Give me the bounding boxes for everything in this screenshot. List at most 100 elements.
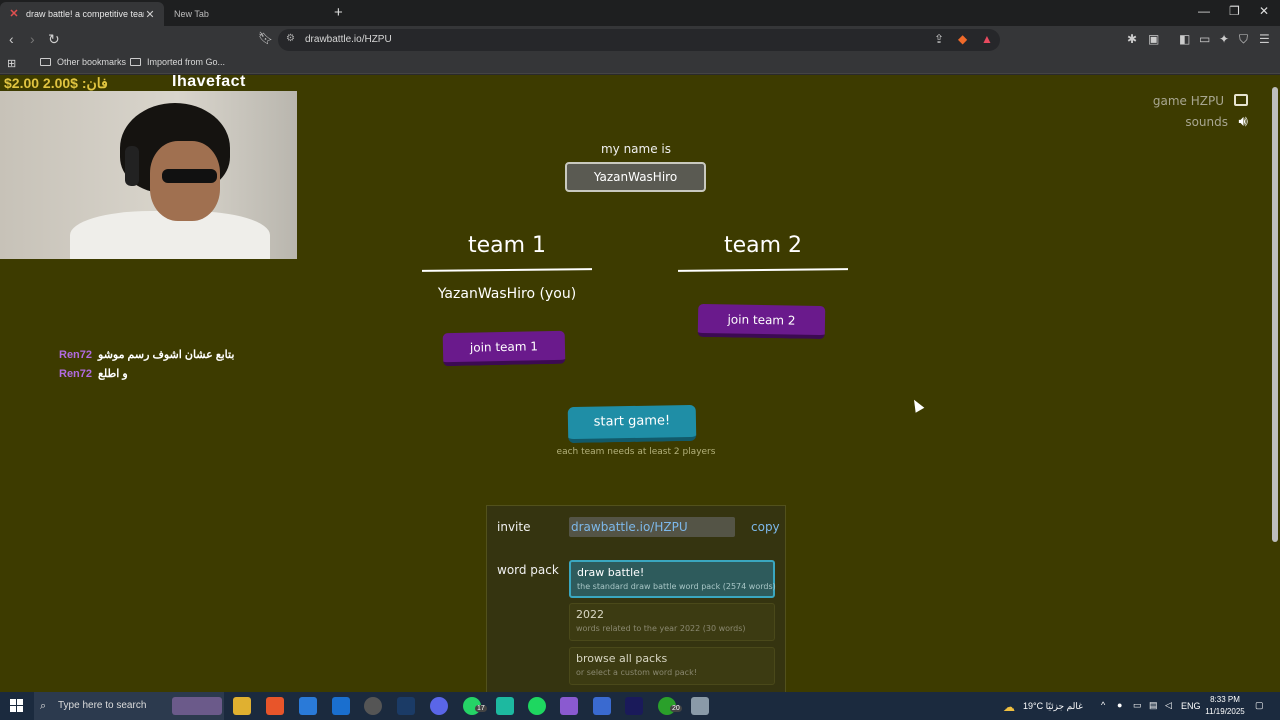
speaker-icon[interactable]: 🔊︎ (1239, 114, 1248, 129)
close-tab-icon[interactable]: ✕ (144, 8, 156, 21)
invite-link-field[interactable]: drawbattle.io/HZPU (569, 517, 735, 537)
drawbattle-favicon-icon: ✕ (9, 8, 19, 20)
wallet-icon[interactable]: ▭ (1199, 32, 1210, 46)
webcam-glasses (162, 169, 217, 183)
tab-title: draw battle! a competitive team (26, 9, 144, 19)
bookmarks-bar: ⊞ Other bookmarks Imported from Go... (0, 54, 1280, 74)
page-scrollbar[interactable] (1270, 75, 1280, 692)
taskbar-clock[interactable]: 8:33 PM 11/19/2025 (1200, 694, 1250, 718)
brave-shield-icon[interactable]: ◆ (958, 32, 967, 46)
folder-icon (130, 58, 141, 66)
bookmark-other[interactable]: Other bookmarks (40, 57, 126, 67)
vscode-icon[interactable] (593, 697, 611, 715)
browser-tab-strip: ✕ draw battle! a competitive team ✕ New … (0, 0, 1280, 26)
sounds-label: sounds (1185, 115, 1228, 129)
scrollbar-thumb[interactable] (1272, 87, 1278, 542)
leo-ai-icon[interactable]: ✦ (1219, 32, 1229, 46)
bookmark-imported[interactable]: Imported from Go... (130, 57, 225, 67)
donation-amounts: $2.00 2.00$ :فان (4, 75, 108, 91)
volume-icon[interactable]: ◁ (1165, 700, 1172, 711)
folder-icon (40, 58, 51, 66)
name-label: my name is (600, 142, 672, 156)
team1-member: YazanWasHiro (you) (437, 286, 577, 302)
join-team2-button[interactable]: join team 2 (697, 303, 826, 340)
team2-underline (677, 268, 849, 272)
pack-name: browse all packs (576, 652, 668, 665)
chat-line: Ren72 و اطلع (59, 364, 234, 383)
spotify-icon[interactable] (528, 697, 546, 715)
stream-chat: Ren72 بتابع عشان اشوف رسم موشو Ren72 و ا… (59, 345, 234, 383)
pack-name: 2022 (576, 608, 604, 621)
search-icon: ⌕ (40, 700, 47, 712)
streamer-name: Ihavefact (172, 75, 246, 90)
forward-icon[interactable]: › (30, 31, 35, 47)
invite-label: invite (497, 520, 531, 534)
bookmark-label: Other bookmarks (57, 57, 127, 67)
language-indicator[interactable]: ENG (1181, 701, 1201, 711)
webcam-headphones (125, 146, 139, 186)
chat-username: Ren72 (59, 348, 93, 361)
new-tab-button[interactable]: + (334, 4, 343, 21)
pack-description: the standard draw battle word pack (2574… (577, 582, 776, 591)
display-icon[interactable]: ▭ (1133, 700, 1142, 711)
team2-title: team 2 (723, 233, 803, 258)
weather-icon[interactable]: ☁ (1003, 700, 1015, 714)
weather-text[interactable]: 19°C غالم جزئيًا (1023, 701, 1083, 712)
site-info-icon[interactable]: ⚙ (286, 33, 295, 44)
url-text: drawbattle.io/HZPU (305, 34, 392, 45)
address-bar[interactable]: ⚙ drawbattle.io/HZPU (278, 29, 1000, 51)
browser-toolbar: ‹ › ↻ 🔖︎ ⚙ drawbattle.io/HZPU ⇪ ◆ ▲ ✱ ▣ … (0, 26, 1280, 54)
extensions-icon[interactable]: ✱ (1127, 32, 1137, 46)
obs-icon[interactable] (364, 697, 382, 715)
back-icon[interactable]: ‹ (9, 31, 14, 47)
notifications-icon[interactable]: ▢ (1255, 700, 1264, 711)
game-settings-panel: invite drawbattle.io/HZPU copy word pack… (486, 505, 786, 692)
microphone-icon[interactable]: ● (1117, 700, 1122, 710)
minimize-icon[interactable]: — (1198, 4, 1210, 18)
brave-rewards-icon[interactable]: ▲ (981, 32, 993, 46)
copy-button[interactable]: copy (751, 520, 780, 534)
tray-chevron-icon[interactable]: ^ (1101, 700, 1105, 710)
file-explorer-icon[interactable] (233, 697, 251, 715)
team1-title: team 1 (467, 233, 547, 258)
leave-game-icon[interactable] (1234, 94, 1248, 106)
whatsapp-badge: 17 (475, 705, 487, 712)
brave-browser-icon[interactable] (266, 697, 284, 715)
terminal-icon[interactable] (625, 697, 643, 715)
windows-start-icon[interactable] (10, 699, 23, 712)
share-icon[interactable]: ⇪ (934, 32, 944, 46)
menu-icon[interactable]: ☰ (1259, 32, 1270, 46)
word-pack-option[interactable]: draw battle! the standard draw battle wo… (569, 560, 776, 598)
name-input[interactable]: YazanWasHiro (565, 162, 706, 192)
discord-icon[interactable] (430, 697, 448, 715)
bookmark-icon[interactable]: 🔖︎ (258, 31, 273, 45)
webcam-overlay (0, 91, 297, 259)
store-icon[interactable] (299, 697, 317, 715)
word-pack-option[interactable]: browse all packs or select a custom word… (569, 647, 775, 685)
tab-search-icon[interactable]: ▣ (1148, 32, 1159, 46)
apps-grid-icon[interactable]: ⊞ (7, 57, 16, 70)
chat-message: و اطلع (98, 368, 128, 380)
app-icon[interactable] (496, 697, 514, 715)
sidebar-icon[interactable]: ◧ (1179, 32, 1190, 46)
tab-new-tab[interactable]: New Tab (166, 2, 326, 26)
word-pack-option[interactable]: 2022 words related to the year 2022 (30 … (569, 603, 775, 641)
start-game-button[interactable]: start game! (567, 404, 697, 444)
settings-app-icon[interactable] (691, 697, 709, 715)
windows-taskbar: ⌕ Type here to search 17 20 ☁ 19°C غالم … (0, 692, 1280, 720)
steam-icon[interactable] (397, 697, 415, 715)
tab-drawbattle[interactable]: ✕ draw battle! a competitive team ✕ (0, 2, 164, 26)
pack-description: words related to the year 2022 (30 words… (576, 624, 746, 633)
outlook-icon[interactable] (332, 697, 350, 715)
network-icon[interactable]: ▤ (1149, 700, 1158, 711)
chat-message: بتابع عشان اشوف رسم موشو (98, 349, 235, 361)
vpn-icon[interactable]: ⛉ (1239, 32, 1248, 47)
search-placeholder: Type here to search (58, 700, 147, 711)
widgets-icon[interactable] (172, 697, 222, 715)
game-code-label: game HZPU (1152, 94, 1224, 108)
reload-icon[interactable]: ↻ (48, 31, 60, 48)
game-launcher-icon[interactable] (560, 697, 578, 715)
restore-icon[interactable]: ❐ (1229, 4, 1240, 18)
join-team1-button[interactable]: join team 1 (442, 330, 566, 367)
close-window-icon[interactable]: ✕ (1259, 4, 1269, 18)
